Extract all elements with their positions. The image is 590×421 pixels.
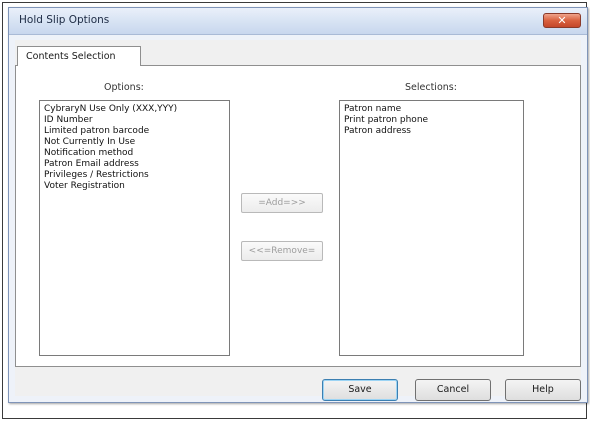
- add-button[interactable]: =Add=>>: [241, 193, 323, 213]
- list-item[interactable]: CybraryN Use Only (XXX,YYY): [44, 104, 225, 115]
- tab-contents-selection[interactable]: Contents Selection: [17, 46, 141, 66]
- close-button[interactable]: ✕: [543, 13, 581, 28]
- list-item[interactable]: ID Number: [44, 115, 225, 126]
- list-item[interactable]: Patron name: [344, 104, 519, 115]
- hold-slip-options-dialog: Hold Slip Options ✕ Contents Selection O…: [8, 7, 588, 403]
- dialog-client-area: Contents Selection Options: CybraryN Use…: [15, 40, 581, 401]
- list-item[interactable]: Print patron phone: [344, 115, 519, 126]
- list-item[interactable]: Patron Email address: [44, 159, 225, 170]
- selections-label: Selections:: [405, 82, 457, 93]
- title-bar[interactable]: Hold Slip Options ✕: [9, 8, 587, 35]
- dialog-title: Hold Slip Options: [19, 14, 110, 26]
- list-item[interactable]: Notification method: [44, 148, 225, 159]
- save-button[interactable]: Save: [322, 379, 398, 401]
- selections-listbox[interactable]: Patron name Print patron phone Patron ad…: [339, 100, 524, 356]
- close-icon: ✕: [557, 14, 567, 27]
- options-label: Options:: [104, 82, 144, 93]
- options-listbox[interactable]: CybraryN Use Only (XXX,YYY) ID Number Li…: [39, 100, 230, 356]
- help-button[interactable]: Help: [505, 379, 581, 401]
- cancel-button[interactable]: Cancel: [415, 379, 491, 401]
- tab-panel: Options: CybraryN Use Only (XXX,YYY) ID …: [15, 65, 581, 367]
- list-item[interactable]: Limited patron barcode: [44, 126, 225, 137]
- list-item[interactable]: Voter Registration: [44, 181, 225, 192]
- list-item[interactable]: Patron address: [344, 126, 519, 137]
- list-item[interactable]: Privileges / Restrictions: [44, 170, 225, 181]
- remove-button[interactable]: <<=Remove=: [241, 241, 323, 261]
- list-item[interactable]: Not Currently In Use: [44, 137, 225, 148]
